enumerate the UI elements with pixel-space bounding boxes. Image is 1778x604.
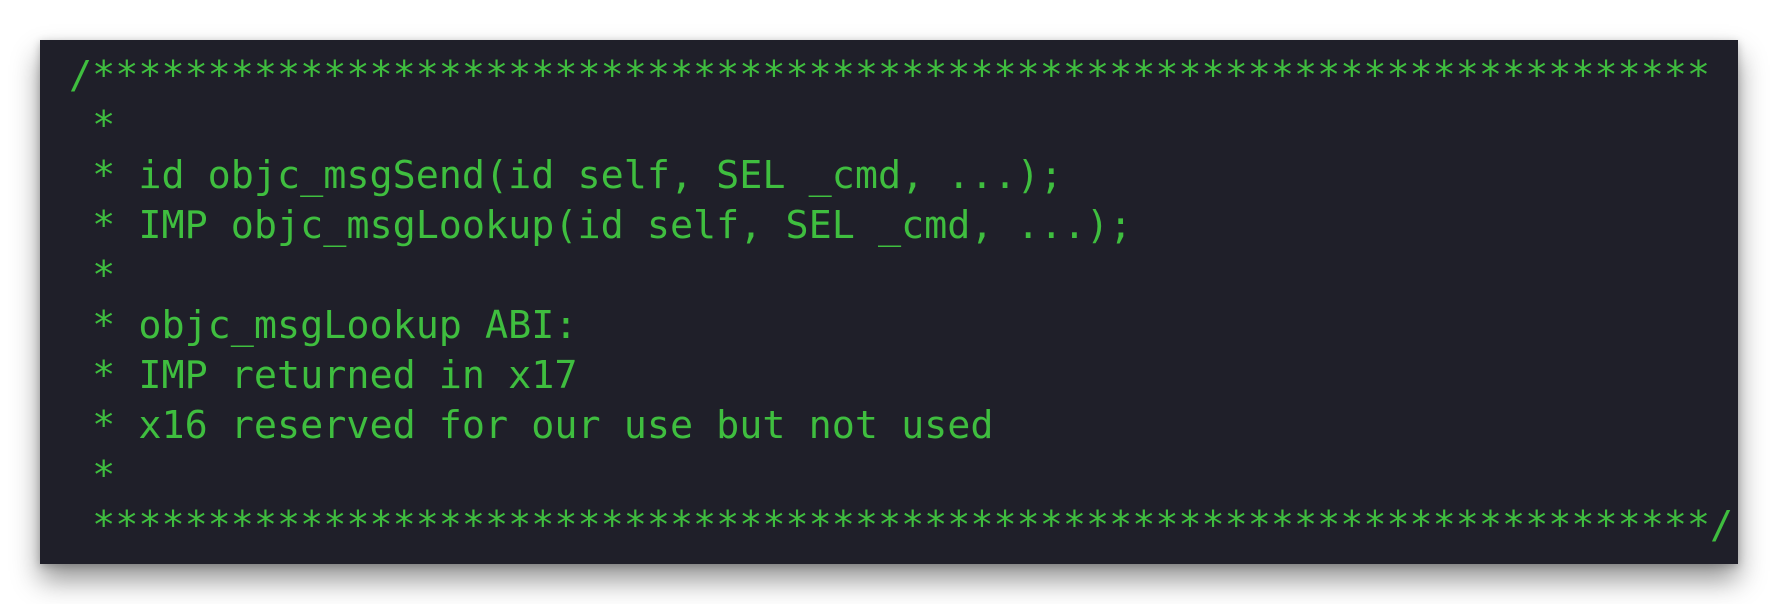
code-comment-block: /***************************************… bbox=[69, 51, 1733, 551]
screenshot-page: /***************************************… bbox=[0, 0, 1778, 604]
code-line-5: * bbox=[69, 253, 116, 298]
code-line-10: ****************************************… bbox=[69, 503, 1734, 548]
code-line-3: * id objc_msgSend(id self, SEL _cmd, ...… bbox=[69, 153, 1063, 198]
code-line-9: * bbox=[69, 453, 116, 498]
code-line-1: /***************************************… bbox=[69, 53, 1711, 98]
code-line-6: * objc_msgLookup ABI: bbox=[69, 303, 578, 348]
code-line-4: * IMP objc_msgLookup(id self, SEL _cmd, … bbox=[69, 203, 1133, 248]
code-editor-panel: /***************************************… bbox=[40, 40, 1738, 564]
code-line-7: * IMP returned in x17 bbox=[69, 353, 578, 398]
code-line-2: * bbox=[69, 103, 116, 148]
code-line-8: * x16 reserved for our use but not used bbox=[69, 403, 994, 448]
